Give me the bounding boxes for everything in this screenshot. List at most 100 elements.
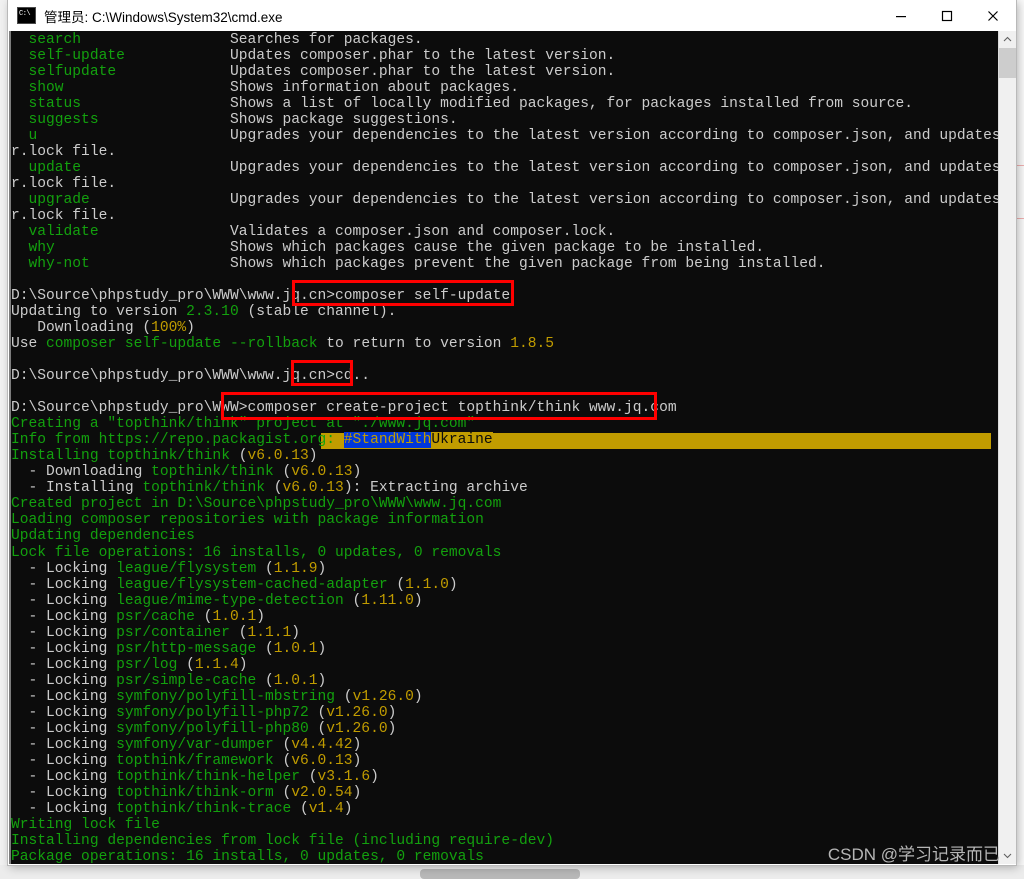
terminal-line: status Shows a list of locally modified … [11, 96, 1001, 112]
terminal-line: search Searches for packages. [11, 32, 1001, 48]
terminal-line: - Locking psr/cache (1.0.1) [11, 609, 1001, 625]
terminal-span: ) [387, 720, 397, 737]
terminal-span: - Locking [11, 784, 117, 801]
terminal-line: D:\Source\phpstudy_pro\WWW\www.jq.cn>com… [11, 288, 1001, 304]
terminal-span: ( [273, 736, 292, 753]
scrollbar-thumb[interactable] [999, 48, 1016, 78]
terminal-span: league/mime-type-detection [116, 592, 344, 609]
terminal-span: symfony/polyfill-mbstring [116, 688, 336, 705]
terminal-output-area[interactable]: search Searches for packages. self-updat… [9, 31, 1001, 864]
terminal-span: Downloading ( [11, 320, 152, 337]
terminal-span: Use [11, 336, 47, 353]
terminal-span: ) [352, 736, 362, 753]
terminal-span: ) [370, 768, 379, 785]
window-title: 管理员: C:\Windows\System32\cmd.exe [44, 9, 283, 25]
terminal-span: - Locking [11, 800, 117, 817]
terminal-span: ( [264, 480, 283, 497]
terminal-span: v1.26.0 [352, 688, 414, 705]
close-icon[interactable] [970, 0, 1016, 31]
terminal-span: D:\Source\phpstudy_pro\WWW>composer crea… [11, 400, 677, 417]
terminal-span: Updating to version [11, 304, 187, 321]
terminal-span: search [28, 32, 82, 48]
terminal-span: 1.8.5 [510, 336, 554, 353]
window-title-bar[interactable]: 管理员: C:\Windows\System32\cmd.exe [8, 0, 1016, 32]
terminal-span: - Locking [11, 640, 117, 657]
terminal-span: - Locking [11, 752, 117, 769]
terminal-line: - Locking symfony/polyfill-php72 (v1.26.… [11, 705, 1001, 721]
terminal-span: Shows package suggestions. [98, 112, 458, 129]
terminal-line: - Locking symfony/polyfill-php80 (v1.26.… [11, 721, 1001, 737]
terminal-span: ( [291, 800, 309, 817]
terminal-span: Installing dependencies from lock file (… [11, 832, 554, 849]
terminal-span: ( [343, 592, 362, 609]
terminal-span: 1.1.9 [273, 560, 318, 577]
terminal-span [11, 96, 29, 112]
terminal-span: 2.3.10 [186, 304, 239, 321]
terminal-span: composer self-update --rollback [46, 336, 318, 353]
terminal-line: - Locking league/flysystem-cached-adapte… [11, 577, 1001, 593]
terminal-span [11, 256, 29, 272]
terminal-span: to return to version [317, 336, 511, 353]
terminal-line: - Locking topthink/framework (v6.0.13) [11, 753, 1001, 769]
terminal-span: D:\Source\phpstudy_pro\WWW\www.jq.cn>com… [11, 288, 511, 305]
scroll-down-arrow-icon[interactable] [999, 847, 1016, 864]
terminal-span: r.lock file. [11, 144, 117, 161]
terminal-span: Shows a list of locally modified package… [81, 96, 914, 113]
terminal-span: (stable channel). [238, 304, 397, 321]
background-horizontal-scrollbar[interactable] [420, 869, 580, 879]
terminal-span: - Installing [11, 480, 143, 497]
terminal-span: psr/simple-cache [116, 672, 257, 689]
window-controls [878, 0, 1016, 31]
terminal-span: ( [273, 784, 292, 801]
terminal-span: - Locking [11, 560, 117, 577]
scroll-up-arrow-icon[interactable] [999, 31, 1016, 48]
terminal-span: ) [352, 752, 362, 769]
terminal-span: suggests [28, 112, 99, 129]
terminal-span: ( [308, 720, 327, 737]
maximize-icon[interactable] [924, 0, 970, 31]
terminal-span: u [28, 128, 38, 145]
terminal-span: psr/http-message [116, 640, 257, 657]
terminal-span: v1.4 [308, 800, 344, 817]
terminal-span: ) [256, 608, 265, 625]
terminal-span: ( [300, 768, 318, 785]
terminal-span: - Locking [11, 672, 117, 689]
terminal-span: league/flysystem [116, 560, 257, 577]
terminal-span: Installing [11, 448, 108, 465]
terminal-scrollbar[interactable] [998, 31, 1016, 864]
terminal-span: why [28, 240, 55, 257]
terminal-line: - Locking psr/log (1.1.4) [11, 657, 1001, 673]
terminal-span: Updates composer.phar to the latest vers… [124, 48, 616, 65]
terminal-line: validate Validates a composer.json and c… [11, 224, 1001, 240]
terminal-span: 1.1.1 [247, 624, 292, 641]
terminal-line: Use composer self-update --rollback to r… [11, 336, 1001, 352]
terminal-line: r.lock file. [11, 144, 1001, 160]
terminal-span: topthink/think-trace [116, 800, 292, 817]
terminal-span: ( [229, 624, 248, 641]
terminal-span: v4.4.42 [291, 736, 353, 753]
terminal-line: D:\Source\phpstudy_pro\WWW>composer crea… [11, 400, 1001, 416]
terminal-line: - Locking psr/http-message (1.0.1) [11, 641, 1001, 657]
terminal-span: 100% [151, 320, 187, 337]
terminal-line: why Shows which packages cause the given… [11, 240, 1001, 256]
terminal-span: ) [317, 640, 327, 657]
terminal-span: ( [177, 656, 195, 673]
terminal-span [11, 112, 29, 128]
terminal-span: Updates composer.phar to the latest vers… [116, 64, 616, 81]
terminal-span: - Locking [11, 768, 117, 785]
terminal-span: Shows which packages prevent the given p… [89, 256, 826, 273]
terminal-span: Upgrades your dependencies to the latest… [229, 160, 1001, 177]
terminal-line: - Locking symfony/var-dumper (v4.4.42) [11, 737, 1001, 753]
terminal-line: r.lock file. [11, 208, 1001, 224]
minimize-icon[interactable] [878, 0, 924, 31]
terminal-span [11, 48, 29, 64]
terminal-span [11, 32, 29, 48]
terminal-line: Info from https://repo.packagist.org: #S… [11, 432, 1001, 449]
terminal-span: ( [256, 560, 274, 577]
terminal-span: topthink/framework [116, 752, 274, 769]
terminal-span: ) [317, 672, 327, 689]
terminal-span: topthink/think [142, 480, 265, 497]
terminal-span: Upgrades your dependencies to the latest… [229, 192, 1001, 209]
terminal-span: ( [256, 640, 274, 657]
cmd-console-window: 管理员: C:\Windows\System32\cmd.exe search … [8, 0, 1016, 865]
